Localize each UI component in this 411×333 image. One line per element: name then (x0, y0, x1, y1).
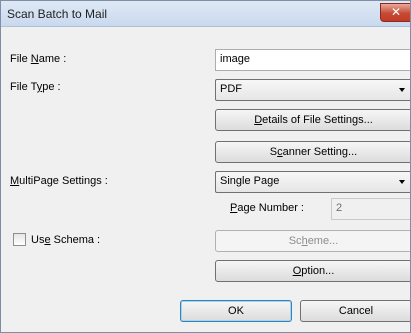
page-number-label: Page Number : (230, 202, 304, 214)
option-button[interactable]: Option... (215, 260, 410, 282)
page-number-input[interactable]: 2 (331, 198, 410, 220)
scanner-setting-button[interactable]: Scanner Setting... (215, 141, 410, 163)
close-icon: ✕ (391, 5, 402, 19)
chevron-down-icon (399, 88, 405, 92)
multipage-settings-label: MultiPage Settings : (10, 175, 108, 187)
use-schema-checkbox[interactable] (13, 233, 26, 246)
scheme-button[interactable]: Scheme... (215, 230, 410, 252)
close-button[interactable]: ✕ (380, 3, 410, 22)
file-type-label: File Type : (10, 81, 61, 93)
file-name-label: File Name : (10, 53, 67, 65)
cancel-button[interactable]: Cancel (300, 300, 410, 322)
file-name-input[interactable]: image (215, 49, 410, 71)
window-title: Scan Batch to Mail (7, 7, 108, 21)
file-type-value: PDF (220, 83, 242, 95)
title-bar[interactable]: Scan Batch to Mail ✕ (1, 1, 410, 27)
multipage-settings-select[interactable]: Single Page (215, 171, 410, 193)
ok-button[interactable]: OK (180, 300, 292, 322)
details-file-settings-button[interactable]: Details of File Settings... (215, 109, 410, 131)
chevron-down-icon (399, 180, 405, 184)
use-schema-label[interactable]: Use Schema : (31, 234, 100, 246)
multipage-value: Single Page (220, 175, 280, 187)
dialog-window: Scan Batch to Mail ✕ File Name : image F… (0, 0, 411, 333)
file-type-select[interactable]: PDF (215, 79, 410, 101)
